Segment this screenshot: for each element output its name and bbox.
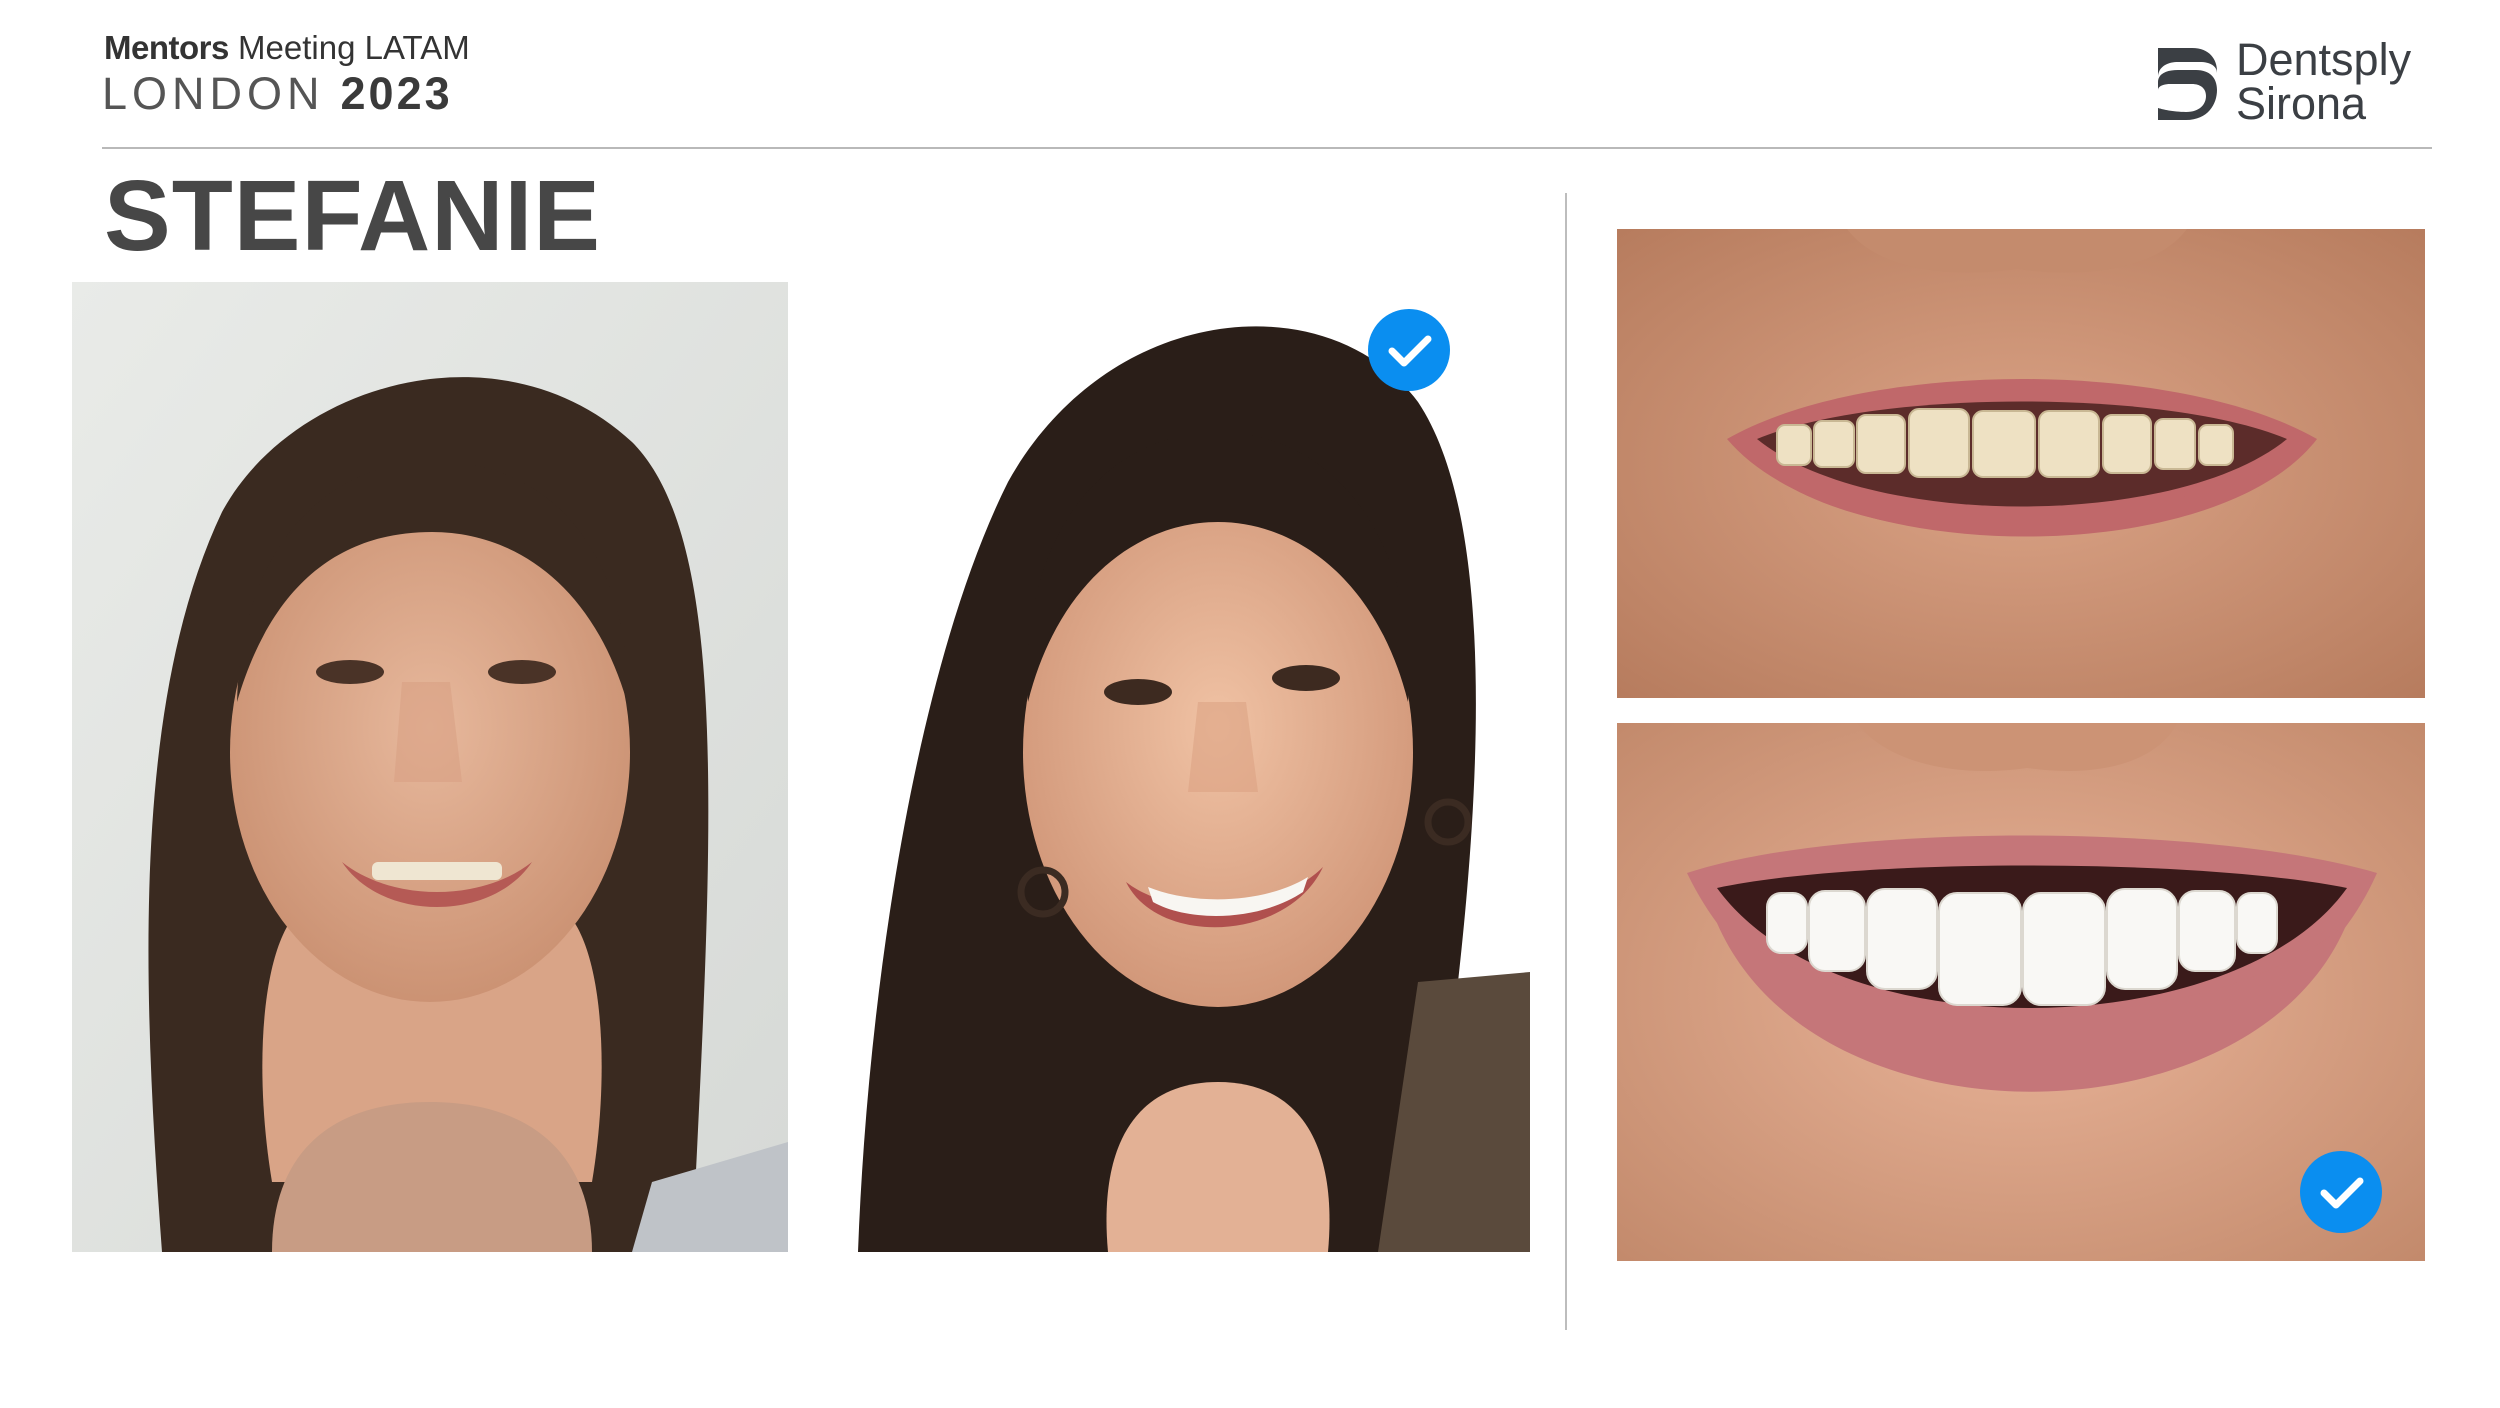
after-portrait-photo <box>858 282 1530 1252</box>
event-year: 2023 <box>340 68 453 119</box>
brand-logo-icon <box>2156 46 2218 122</box>
brand-name: Dentsply Sirona <box>2236 34 2412 129</box>
event-title: Mentors Meeting LATAM <box>104 28 470 68</box>
patient-name: STEFANIE <box>104 160 601 272</box>
brand-name-line2: Sirona <box>2236 78 2367 129</box>
event-city: LONDON <box>102 68 325 119</box>
event-title-light: Meeting LATAM <box>238 29 470 66</box>
brand-name-line1: Dentsply <box>2236 34 2412 85</box>
before-portrait-photo <box>72 282 788 1252</box>
vertical-divider <box>1565 193 1567 1330</box>
header-divider <box>102 147 2432 149</box>
check-icon <box>1368 309 1450 391</box>
event-subtitle: LONDON 2023 <box>102 68 453 120</box>
before-smile-closeup-photo <box>1617 229 2425 698</box>
check-icon <box>2300 1151 2382 1233</box>
event-title-bold: Mentors <box>104 29 229 66</box>
